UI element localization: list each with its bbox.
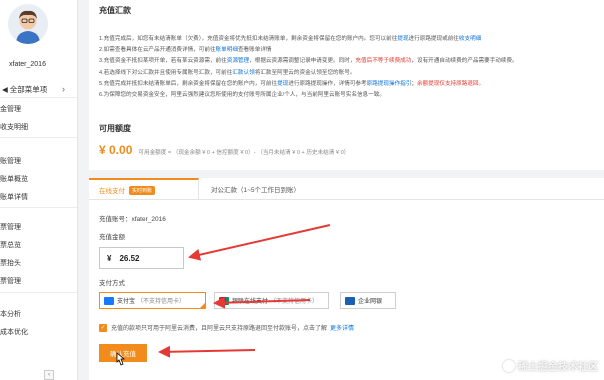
payment-card: 在线支付 实时到账 对公汇款（1~5个工作日到账） 充值账号：xfater_20… — [89, 178, 604, 380]
main-content: 充值汇款 1.充值完成后，如您有未结清账单（欠费），充值资金将优先抵扣未结清账单… — [89, 0, 604, 380]
payment-tabs: 在线支付 实时到账 对公汇款（1~5个工作日到账） — [89, 178, 604, 200]
withdraw-guide-link[interactable]: 原路提现操作指引 — [367, 81, 412, 87]
account-row: 充值账号：xfater_2016 — [99, 213, 166, 223]
resource-mgmt-link[interactable]: 资源管理 — [227, 58, 249, 64]
unionpay-icon — [219, 296, 229, 305]
sidebar-item-transactions[interactable]: 收支明细 — [0, 122, 77, 134]
tab-online-payment[interactable]: 在线支付 实时到账 — [89, 178, 199, 200]
note-item: 4.若选择线下对公汇款并且使用专属账号汇款，可前往汇款认领将汇款至阿里云的资金认… — [99, 69, 356, 76]
sidebar: xfater_2016 ◀ 全部菜单项 › 金管理 收支明细 账管理 账单概览 … — [0, 0, 78, 380]
pay-method-label: 支付方式 — [99, 280, 125, 287]
note-item: 3.充值资金不抵扣某项开单，若有某云资源需，前往资源管理，根据云资源需调整记录申… — [99, 58, 518, 65]
pay-option-note: （不支持信用卡） — [270, 299, 319, 305]
recharge-info-card: 充值汇款 1.充值完成后，如您有未结清账单（欠费），充值资金将优先抵扣未结清账单… — [89, 0, 604, 170]
balance-formula: 可用金额度 = （现金余额 ¥ 0 + 信控额度 ¥ 0）- （当月未结清 ¥ … — [138, 150, 350, 156]
chevron-right-icon: › — [62, 84, 65, 94]
sidebar-divider — [0, 207, 77, 208]
note-item: 2.如需查看具体在云产品开通消费详情，可前往账单明细查看账单详情 — [99, 47, 272, 54]
bill-detail-link[interactable]: 账单明细 — [216, 47, 238, 53]
account-value: xfater_2016 — [131, 216, 166, 223]
watermark-logo-icon — [503, 359, 515, 372]
selected-check-icon — [199, 302, 206, 309]
remittance-claim-link[interactable]: 汇款认领 — [232, 70, 254, 76]
currency-symbol: ¥ — [107, 253, 112, 263]
bank-icon — [345, 296, 355, 305]
note-item: 6.为保障您的交易资金安全，阿里云强烈建议您所使用的支付账号所属企业/个人，与当… — [99, 92, 385, 99]
balance-row: ¥ 0.00 可用金额度 = （现金余额 ¥ 0 + 信控额度 ¥ 0）- （当… — [99, 143, 349, 157]
sidebar-item-invoice-manage[interactable]: 票管理 — [0, 276, 77, 288]
alipay-icon — [104, 296, 114, 305]
watermark: 稀土掘金技术社区 — [503, 358, 598, 373]
username: xfater_2016 — [9, 61, 46, 68]
note-item: 5.充值完成并抵扣未结清账单后，剩余资金将保留在您的账户内，可前往提现进行原路提… — [99, 80, 485, 87]
pay-option-name: 支付宝 — [117, 299, 136, 305]
amount-label: 充值金额 — [99, 234, 125, 241]
all-menu-toggle[interactable]: ◀ 全部菜单项 › — [0, 82, 77, 98]
tab-bank-transfer[interactable]: 对公汇款（1~5个工作日到账） — [211, 178, 300, 200]
agree-checkbox[interactable]: ✓ — [99, 323, 107, 332]
instant-badge: 实时到账 — [129, 185, 156, 195]
sidebar-item-cost-analysis[interactable]: 本分析 — [0, 309, 77, 321]
withdraw-link[interactable]: 提现 — [277, 81, 288, 87]
transactions-link[interactable]: 收支明细 — [459, 36, 481, 42]
balance-amount: ¥ 0.00 — [99, 143, 133, 157]
menu-icon: ◀ — [2, 85, 8, 94]
amount-value: 26.52 — [119, 253, 140, 263]
sidebar-divider — [0, 137, 77, 138]
section-title-balance: 可用额度 — [99, 124, 131, 133]
pay-option-name: 银联在线支付 — [232, 299, 269, 305]
sidebar-item-fund[interactable]: 金管理 — [0, 104, 77, 116]
pay-option-name: 企业网银 — [358, 299, 383, 305]
pay-option-alipay[interactable]: 支付宝 （不支持信用卡） — [99, 292, 206, 309]
section-title-recharge: 充值汇款 — [99, 6, 131, 15]
sidebar-item-invoice-overview[interactable]: 票总览 — [0, 240, 77, 252]
withdraw-link[interactable]: 提现 — [397, 36, 408, 42]
scroll-arrow-icon[interactable]: ‹ — [44, 370, 54, 380]
more-details-link[interactable]: 更多详情 — [330, 323, 354, 332]
sidebar-item-bill-overview[interactable]: 账单概览 — [0, 174, 77, 186]
notes-list: 1.充值完成后，如您有未结清账单（欠费），充值资金将优先抵扣未结清账单，剩余资金… — [99, 34, 604, 101]
sidebar-item-invoice-mgmt[interactable]: 票管理 — [0, 222, 77, 234]
avatar[interactable] — [8, 4, 48, 44]
sidebar-item-invoice-title[interactable]: 票抬头 — [0, 258, 77, 270]
pay-option-note: （不支持信用卡） — [137, 299, 186, 305]
watermark-text: 稀土掘金技术社区 — [518, 362, 598, 373]
all-menu-label: 全部菜单项 — [9, 85, 48, 94]
account-label: 充值账号： — [99, 216, 132, 223]
sidebar-divider — [0, 292, 77, 293]
sidebar-item-bill-detail[interactable]: 账单详情 — [0, 192, 77, 204]
pay-option-enterprise-bank[interactable]: 企业网银 — [340, 292, 396, 309]
amount-input[interactable]: ¥ 26.52 — [99, 247, 184, 269]
agreement-row: ✓ 充值的款项只可用于阿里云消费，且阿里云只支持原路退回至付款账号，点击了解 更… — [99, 323, 354, 332]
cursor-icon — [116, 352, 126, 366]
sidebar-item-bill-mgmt[interactable]: 账管理 — [0, 156, 77, 168]
agree-text: 充值的款项只可用于阿里云消费，且阿里云只支持原路退回至付款账号，点击了解 — [111, 326, 328, 332]
pay-option-unionpay[interactable]: 银联在线支付 （不支持信用卡） — [214, 292, 329, 309]
sidebar-item-cost-optimize[interactable]: 成本优化 — [0, 327, 77, 339]
note-item: 1.充值完成后，如您有未结清账单（欠费），充值资金将优先抵扣未结清账单，剩余资金… — [99, 36, 482, 42]
tab-online-payment-label: 在线支付 — [99, 188, 125, 195]
